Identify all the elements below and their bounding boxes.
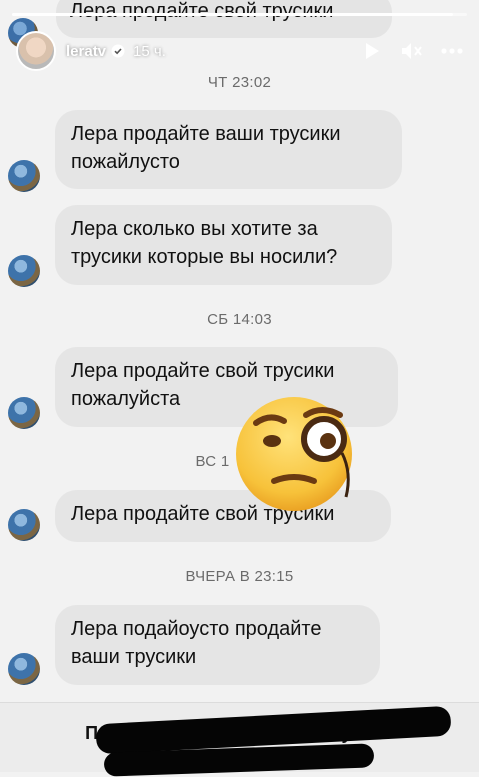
story-progress-fill bbox=[12, 13, 454, 16]
face-with-monocle-emoji[interactable] bbox=[234, 393, 364, 515]
story-avatar[interactable] bbox=[16, 31, 56, 71]
story-time: 15 ч. bbox=[133, 42, 166, 60]
sender-avatar bbox=[8, 160, 40, 192]
story-username[interactable]: leratv bbox=[66, 43, 106, 60]
message-bubble: Лера продайте ваши трусики пожайлусто bbox=[55, 110, 402, 189]
sender-avatar bbox=[8, 509, 40, 541]
sender-avatar bbox=[8, 397, 40, 429]
story-controls bbox=[361, 40, 463, 62]
timestamp-yesterday: ВЧЕРА В 23:15 bbox=[185, 568, 294, 585]
message-bubble: Лера сколько вы хотите за трусики которы… bbox=[55, 205, 392, 285]
story-progress-bar bbox=[12, 13, 467, 16]
sender-avatar bbox=[8, 653, 40, 685]
timestamp-sun: ВС 1 bbox=[195, 453, 230, 470]
timestamp-sat: СБ 14:03 bbox=[207, 311, 272, 328]
timestamp-thu: ЧТ 23:02 bbox=[207, 74, 272, 91]
sender-avatar bbox=[8, 255, 40, 287]
verified-badge-icon bbox=[111, 44, 125, 58]
more-options-icon[interactable] bbox=[441, 40, 463, 62]
story-header: leratv 15 ч. bbox=[16, 30, 463, 72]
top-peek-text: Лера продайте свой трусики bbox=[70, 0, 334, 22]
play-icon[interactable] bbox=[361, 40, 383, 62]
mute-icon[interactable] bbox=[401, 40, 423, 62]
message-bubble: Лера подайоусто продайте ваши трусики bbox=[55, 605, 380, 685]
